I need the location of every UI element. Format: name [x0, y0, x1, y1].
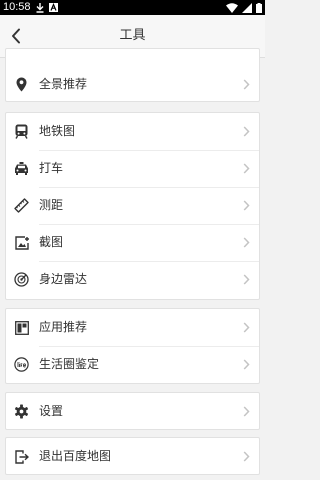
list-item-label: 截图: [39, 235, 64, 249]
list-item-measure-distance[interactable]: 测距: [6, 187, 259, 224]
chevron-right-icon: [243, 126, 250, 137]
list-item-panorama-recommend[interactable]: 全景推荐: [6, 66, 259, 103]
ruler-icon: [14, 198, 29, 213]
list-item-label: 打车: [39, 161, 64, 175]
list-item-label: 退出百度地图: [39, 449, 112, 463]
chevron-right-icon: [243, 451, 250, 462]
status-system-icons: [226, 2, 262, 13]
tools-group-settings: 设置: [5, 392, 260, 430]
chevron-right-icon: [243, 359, 250, 370]
list-item-label: 地铁图: [39, 124, 76, 138]
list-item-label: 测距: [39, 198, 64, 212]
tools-group-map-tools: 地铁图 打车 测距 截图 身边雷达: [5, 112, 260, 300]
list-item-taxi[interactable]: 打车: [6, 150, 259, 187]
chevron-right-icon: [243, 274, 250, 285]
list-item-nearby-radar[interactable]: 身边雷达: [6, 261, 259, 298]
status-notification-icons: [36, 2, 58, 13]
list-item-app-recommend[interactable]: 应用推荐: [6, 309, 259, 346]
tools-group-exit: 退出百度地图: [5, 437, 260, 475]
tools-group-panorama: 全景推荐: [5, 48, 260, 102]
subway-icon: [14, 124, 29, 139]
status-bar: 10:58: [0, 0, 265, 15]
list-item-label: 设置: [39, 404, 64, 418]
list-item-settings[interactable]: 设置: [6, 393, 259, 430]
download-icon: [36, 2, 44, 13]
list-item-subway-map[interactable]: 地铁图: [6, 113, 259, 150]
page-title: 工具: [119, 28, 146, 43]
chevron-right-icon: [243, 406, 250, 417]
list-item-life-circle[interactable]: 生活圈鉴定: [6, 346, 259, 383]
notification-a-icon: [49, 3, 58, 12]
list-item-label: 身边雷达: [39, 272, 88, 286]
list-item-exit-baidu-map[interactable]: 退出百度地图: [6, 438, 259, 475]
list-item-label: 应用推荐: [39, 320, 88, 334]
signal-icon: [242, 2, 252, 13]
list-item-label: 生活圈鉴定: [39, 357, 100, 371]
exit-icon: [14, 449, 29, 464]
list-item-screenshot[interactable]: 截图: [6, 224, 259, 261]
chevron-right-icon: [243, 200, 250, 211]
chevron-right-icon: [243, 163, 250, 174]
chevron-right-icon: [243, 322, 250, 333]
tools-group-apps: 应用推荐 生活圈鉴定: [5, 308, 260, 384]
app-grid-icon: [14, 320, 29, 335]
wifi-icon: [226, 2, 238, 13]
location-pin-icon: [14, 77, 29, 92]
radar-icon: [14, 272, 29, 287]
life-circle-icon: [14, 357, 29, 372]
status-time: 10:58: [3, 1, 31, 13]
chevron-right-icon: [243, 79, 250, 90]
battery-icon: [256, 2, 262, 13]
taxi-icon: [14, 161, 29, 176]
gear-icon: [14, 404, 29, 419]
list-item-label: 全景推荐: [39, 77, 88, 91]
chevron-right-icon: [243, 237, 250, 248]
screenshot-icon: [14, 235, 29, 250]
